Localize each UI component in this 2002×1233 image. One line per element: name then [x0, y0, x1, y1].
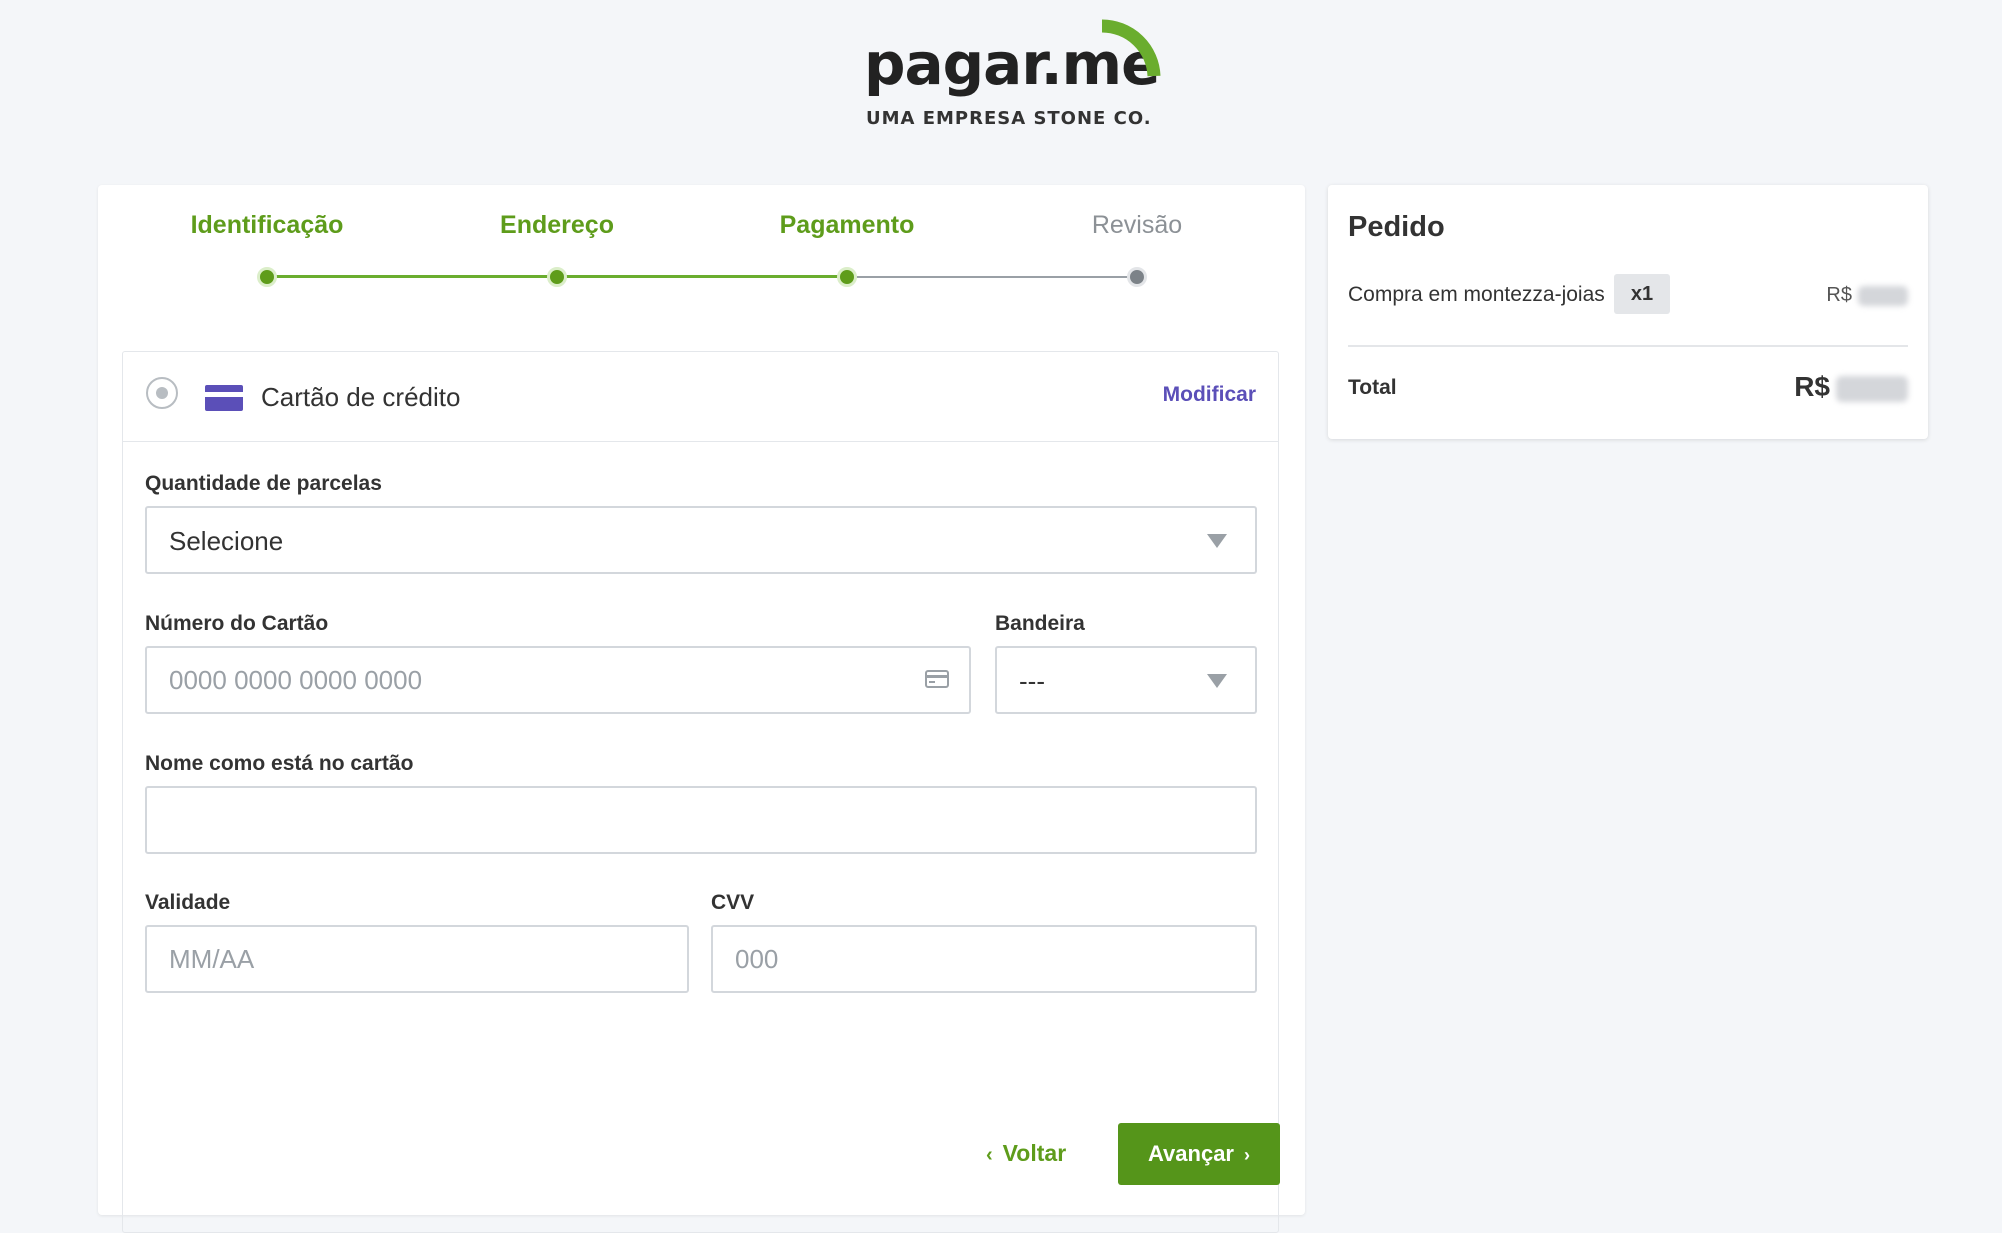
step-endereco-dot — [547, 267, 567, 287]
next-button-label: Avançar — [1147, 1141, 1234, 1166]
chevron-left-icon: ‹ — [986, 1144, 993, 1166]
step-identificacao-label: Identificação — [190, 211, 344, 239]
order-total-redacted — [1836, 375, 1908, 402]
step-revisao-label: Revisão — [1091, 211, 1183, 239]
step-pagamento-dot — [837, 267, 857, 287]
card-number-input[interactable] — [149, 650, 967, 710]
cvv-input[interactable] — [715, 929, 1253, 989]
back-button[interactable]: ‹ Voltar — [986, 1140, 1066, 1167]
installments-label: Quantidade de parcelas — [145, 472, 382, 495]
order-total-currency: R$ — [1794, 371, 1830, 402]
installments-select[interactable]: Selecione — [145, 506, 1257, 574]
order-title: Pedido — [1348, 211, 1445, 243]
cvv-field[interactable] — [711, 925, 1257, 993]
brand-select[interactable]: --- — [995, 646, 1257, 714]
checkout-panel: Identificação Endereço Pagamento Revisão… — [98, 185, 1305, 1233]
expiry-field[interactable] — [145, 925, 689, 993]
next-button[interactable]: Avançar › — [1118, 1123, 1280, 1185]
card-number-label: Número do Cartão — [145, 612, 329, 635]
brand-selected-value: --- — [1019, 666, 1045, 696]
pagarme-logo: pagar.me UMA EMPRESA STONE CO. — [860, 12, 1180, 132]
step-identificacao-dot — [257, 267, 277, 287]
order-item-price: R$ — [1826, 284, 1908, 307]
expiry-label: Validade — [145, 891, 231, 914]
step-pagamento-label: Pagamento — [779, 211, 915, 239]
holder-name-input[interactable] — [149, 790, 1253, 850]
payment-method-title: Cartão de crédito — [261, 382, 461, 412]
brand-label: Bandeira — [995, 612, 1085, 635]
order-summary: Pedido Compra em montezza-joias x1 R$ To… — [1328, 185, 1928, 439]
order-item-description: Compra em montezza-joias — [1348, 283, 1605, 306]
expiry-input[interactable] — [149, 929, 685, 989]
order-item-price-currency: R$ — [1826, 284, 1852, 306]
modify-payment-link[interactable]: Modificar — [1163, 383, 1256, 407]
payment-method-card: Cartão de crédito Modificar Quantidade d… — [122, 351, 1279, 1233]
logo-tagline: UMA EMPRESA STONE CO. — [866, 108, 1152, 129]
order-total-value: R$ — [1794, 371, 1908, 403]
payment-method-radio[interactable] — [146, 377, 178, 409]
cvv-label: CVV — [711, 891, 755, 914]
holder-name-label: Nome como está no cartão — [145, 752, 414, 775]
installments-selected-value: Selecione — [169, 526, 284, 556]
checkout-stepper: Identificação Endereço Pagamento Revisão — [98, 185, 1305, 295]
chevron-right-icon: › — [1244, 1145, 1250, 1165]
order-divider — [1348, 345, 1908, 347]
order-total-label: Total — [1348, 376, 1397, 399]
chevron-down-icon — [1207, 534, 1227, 548]
holder-name-field[interactable] — [145, 786, 1257, 854]
card-outline-icon — [925, 670, 949, 688]
back-button-label: Voltar — [1002, 1140, 1067, 1166]
step-endereco-label: Endereço — [500, 211, 614, 239]
step-revisao-dot — [1127, 267, 1147, 287]
stepper-remaining-line — [847, 276, 1137, 278]
order-item-price-redacted — [1858, 285, 1908, 306]
order-item-quantity-badge: x1 — [1614, 274, 1670, 314]
chevron-down-icon — [1207, 674, 1227, 688]
payment-method-header: Cartão de crédito Modificar — [123, 352, 1278, 442]
credit-card-icon — [205, 385, 243, 411]
logo-arc-icon — [1101, 19, 1161, 77]
card-number-field[interactable] — [145, 646, 971, 714]
